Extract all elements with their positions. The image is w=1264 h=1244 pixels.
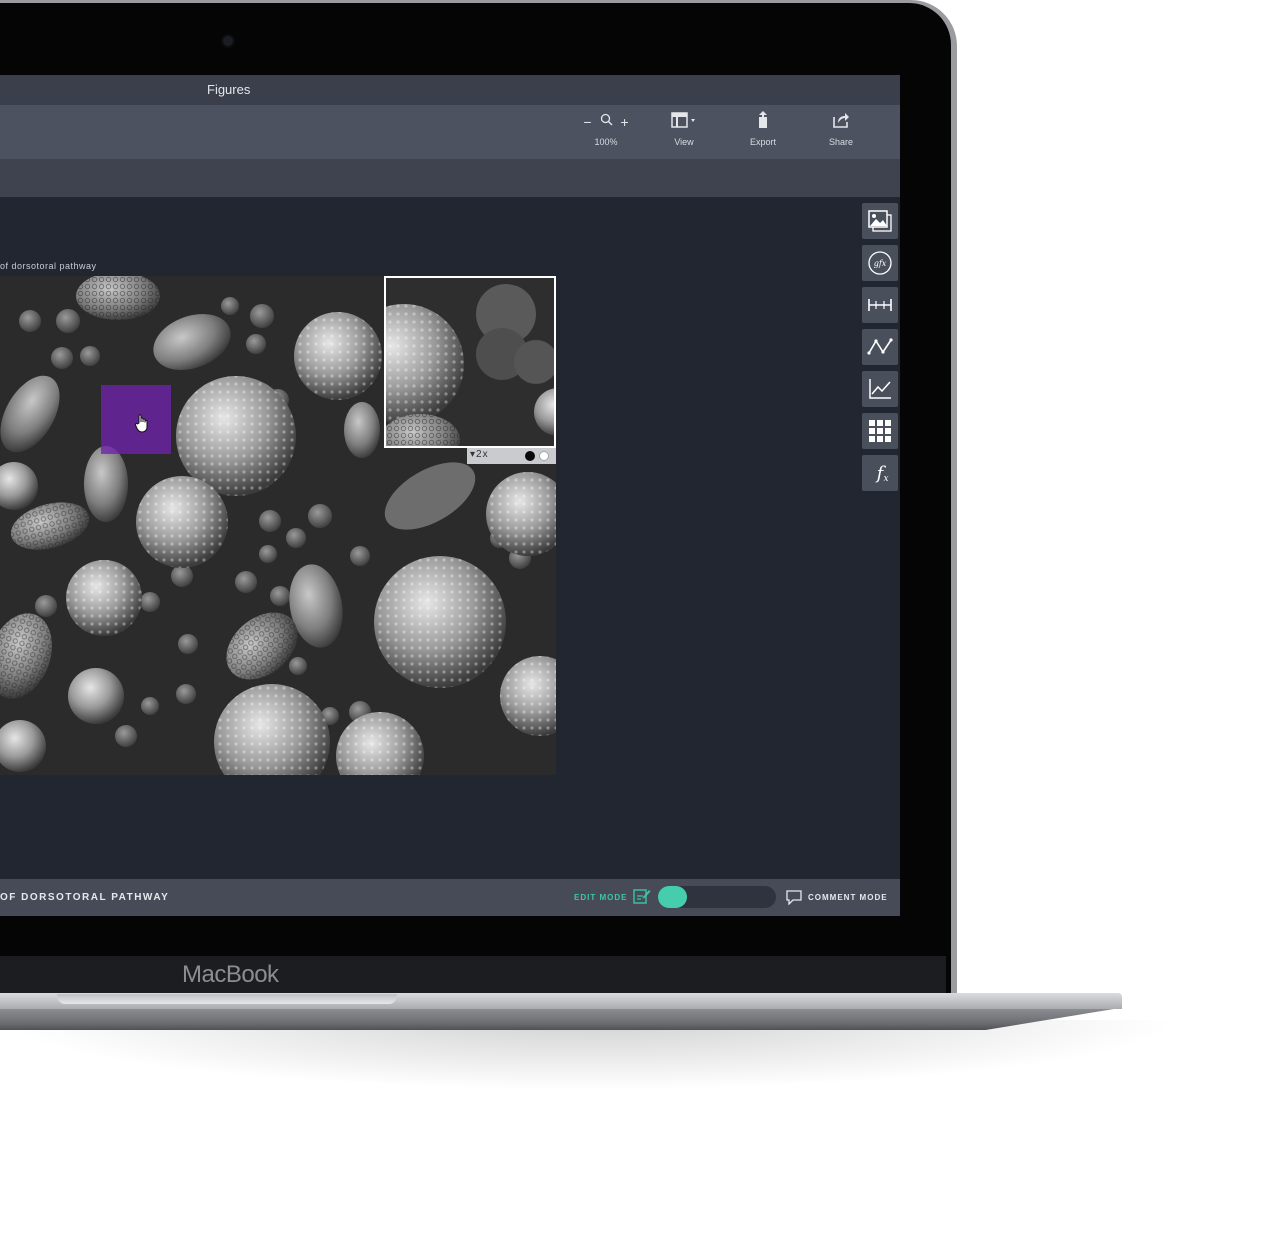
grid-icon [868,419,892,443]
svg-text:x: x [883,474,888,484]
zoom-in-button[interactable]: + [621,114,629,130]
scale-bar-icon [867,298,893,312]
grid-tool-button[interactable] [862,413,898,449]
secondary-bar [0,159,900,197]
export-icon [756,110,770,134]
zoom-control: − + 100% [578,113,634,147]
image-tool-button[interactable] [862,203,898,239]
gfx-circle-icon: gfx [867,250,893,276]
share-icon [832,112,850,133]
zoom-level: 100% [594,137,618,147]
zoom-inset[interactable] [384,276,556,448]
view-layout-icon [671,111,697,133]
zoom-inset-controls: ▾2x [467,448,556,464]
line-chart-icon [868,378,892,400]
export-button[interactable]: Export [744,110,782,147]
magnifier-icon[interactable] [600,113,613,131]
comment-icon[interactable] [786,890,802,910]
edit-mode-label[interactable]: EDIT MODE [574,893,627,902]
image-stack-icon [867,209,893,233]
scale-bar-tool-button[interactable] [862,287,898,323]
share-button[interactable]: Share [824,112,858,147]
view-label: View [674,137,694,147]
laptop-shadow [0,1020,1180,1090]
comment-mode-label[interactable]: COMMENT MODE [808,893,888,902]
camera-icon [223,36,233,46]
formula-tool-button[interactable]: fx [862,455,898,491]
black-swatch-button[interactable] [525,451,535,461]
figure-caption[interactable]: of dorsotoral pathway [0,261,97,271]
figure-title: OF DORSOTORAL PATHWAY [0,892,170,903]
gfx-tool-button[interactable]: gfx [862,245,898,281]
app-screen: Figures − + 100% View Export Share of do… [0,75,900,916]
device-brand: MacBook [182,961,279,988]
laptop-hinge-notch [57,994,397,1004]
status-bar: OF DORSOTORAL PATHWAY EDIT MODE COMMENT … [0,879,900,916]
zoom-inset-image [386,278,554,446]
laptop-chin [0,956,946,994]
laptop-base-underside [0,1008,1120,1030]
share-label: Share [828,137,854,147]
view-button[interactable]: View [664,111,704,147]
tool-strip: gfx f x [862,203,900,497]
edit-mode-icon[interactable] [633,888,651,909]
export-label: Export [749,137,776,147]
line-tool-button[interactable] [862,329,898,365]
hand-cursor-icon [134,413,152,438]
function-icon: fx [868,461,892,485]
canvas-area: of dorsotoral pathway ▾2x gfx f x [0,197,900,879]
mode-toggle-knob[interactable] [658,886,687,908]
polyline-icon [867,337,893,357]
chart-tool-button[interactable] [862,371,898,407]
toolbar: − + 100% View Export Share [0,105,900,159]
title-bar: Figures [0,75,900,105]
magnification-select[interactable]: ▾2x [470,449,489,460]
window-title: Figures [207,82,251,97]
svg-text:gfx: gfx [874,259,887,268]
white-swatch-button[interactable] [539,451,549,461]
mode-toggle[interactable] [658,886,776,908]
zoom-out-button[interactable]: − [583,114,591,130]
